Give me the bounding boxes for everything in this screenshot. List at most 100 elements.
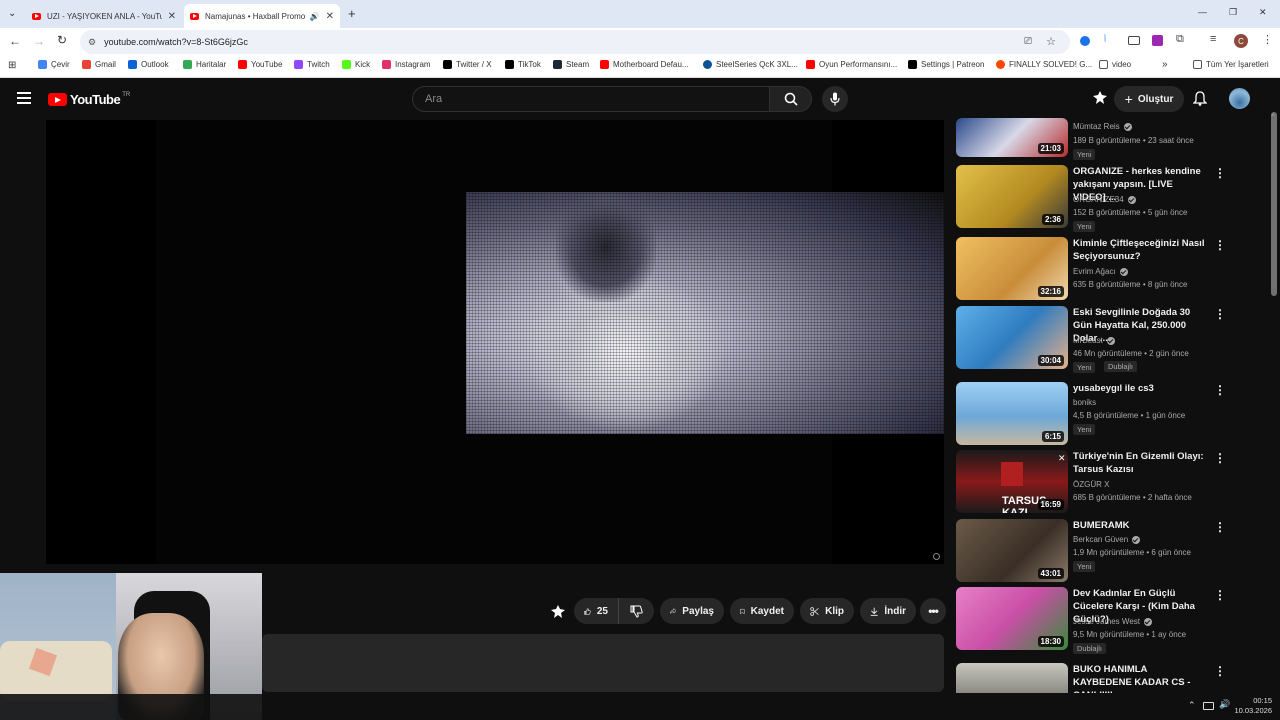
channel-name[interactable]: Berkcan Güven — [1073, 535, 1141, 544]
bookmark-item[interactable]: video — [1099, 60, 1131, 69]
back-button[interactable]: ← — [9, 34, 21, 48]
bookmark-star-icon[interactable]: ☆ — [1046, 35, 1056, 48]
bookmark-item[interactable]: Motherboard Defau... — [600, 60, 689, 69]
extensions-puzzle-icon[interactable]: ⧉ — [1176, 33, 1184, 46]
save-button[interactable]: Kaydet — [730, 598, 794, 624]
volume-icon[interactable]: 🔊 — [1219, 699, 1230, 710]
bookmark-item[interactable]: Twitch — [294, 60, 330, 69]
tab-close-icon[interactable]: ✕ — [326, 11, 334, 22]
sparkle-icon[interactable] — [551, 605, 565, 624]
bookmark-item[interactable]: Steam — [553, 60, 589, 69]
youtube-logo[interactable]: YouTube TR — [48, 92, 130, 107]
profile-avatar[interactable]: C — [1234, 34, 1248, 48]
extension-purple-icon[interactable] — [1152, 35, 1163, 46]
minimize-button[interactable]: — — [1198, 7, 1207, 17]
close-window-button[interactable]: ✕ — [1259, 7, 1267, 18]
bookmark-item[interactable]: Settings | Patreon — [908, 60, 984, 69]
video-thumbnail[interactable]: 6:15 — [956, 382, 1068, 445]
network-icon[interactable] — [1203, 702, 1214, 710]
account-avatar[interactable] — [1229, 88, 1250, 109]
more-options-icon[interactable]: ⋮ — [1214, 166, 1226, 180]
tab-uzi[interactable]: UZI - YAŞIYOKEN ANLA - YouTube ✕ — [26, 4, 182, 28]
more-options-icon[interactable]: ⋮ — [1214, 588, 1226, 602]
video-title[interactable]: BUKO HANIMLA KAYBEDENE KADAR CS - CANLII… — [1073, 663, 1208, 693]
channel-name[interactable]: Jesse James West — [1073, 617, 1152, 626]
channel-name[interactable]: MrBeast — [1073, 336, 1115, 345]
extension-window-icon[interactable] — [1128, 36, 1140, 45]
create-button[interactable]: + Oluştur — [1114, 86, 1184, 112]
channel-name[interactable]: ÖZGÜR X — [1073, 480, 1109, 489]
share-button[interactable]: Paylaş — [660, 598, 724, 624]
bookmark-item[interactable]: Oyun Performansını... — [806, 60, 897, 69]
bookmark-item[interactable]: Instagram — [382, 60, 431, 69]
extension-skype-icon[interactable] — [1080, 36, 1090, 46]
bookmark-item[interactable]: Kick — [342, 60, 370, 69]
recommendation-item[interactable]: BUKO HANIMLA KAYBEDENE KADAR CS - CANLII… — [956, 663, 1246, 693]
bookmark-item[interactable]: Çevir — [38, 60, 70, 69]
video-title[interactable]: Kiminle Çiftleşeceğinizi Nasıl Seçiyorsu… — [1073, 237, 1208, 263]
recommendation-item[interactable]: 6:15 yusabeygıl ile cs3 boniks 4,5 B gör… — [956, 382, 1246, 445]
bookmark-item[interactable]: Outlook — [128, 60, 169, 69]
video-title[interactable]: yusabeygıl ile cs3 — [1073, 382, 1208, 395]
new-tab-button[interactable]: + — [348, 6, 356, 21]
dislike-button[interactable] — [618, 598, 654, 624]
notifications-bell-icon[interactable] — [1192, 91, 1208, 111]
address-bar[interactable]: ⚙ youtube.com/watch?v=8-St6G6jzGc ⎚ ☆ — [80, 30, 1070, 54]
video-title[interactable]: BUMERAMK — [1073, 519, 1208, 532]
tab-close-icon[interactable]: ✕ — [168, 11, 176, 22]
recommendation-item[interactable]: 21:03 Mümtaz Reis 189 B görüntüleme • 23… — [956, 118, 1246, 160]
recommendation-item[interactable]: 32:16 Kiminle Çiftleşeceğinizi Nasıl Seç… — [956, 237, 1246, 301]
more-options-icon[interactable]: ⋮ — [1214, 451, 1226, 465]
recommendation-item[interactable]: 43:01 BUMERAMK Berkcan Güven 1,9 Mn görü… — [956, 519, 1246, 582]
download-button[interactable]: İndir — [860, 598, 916, 624]
studio-icon[interactable] — [1093, 91, 1107, 105]
recommendation-item[interactable]: 2:36 ORGANIZE - herkes kendine yakışanı … — [956, 165, 1246, 232]
recommendation-item[interactable]: 18:30 Dev Kadınlar En Güçlü Cücelere Kar… — [956, 587, 1246, 654]
video-thumbnail[interactable]: 2:36 — [956, 165, 1068, 228]
forward-button[interactable]: → — [33, 34, 45, 48]
chrome-menu-icon[interactable]: ⋮ — [1262, 33, 1273, 46]
more-options-icon[interactable]: ⋮ — [1214, 238, 1226, 252]
like-button[interactable]: 25 — [574, 598, 618, 624]
bookmark-item[interactable]: SteelSeries QcK 3XL... — [703, 60, 798, 69]
channel-name[interactable]: Evrim Ağacı — [1073, 267, 1128, 276]
taskbar-clock[interactable]: 00:15 10.03.2026 — [1234, 696, 1272, 716]
channel-name[interactable]: Mümtaz Reis — [1073, 122, 1132, 131]
reading-list-icon[interactable]: ≡ — [1210, 33, 1216, 45]
reload-button[interactable]: ↻ — [57, 33, 67, 47]
video-thumbnail[interactable]: 21:03 — [956, 118, 1068, 157]
bookmark-item[interactable]: FINALLY SOLVED! G... — [996, 60, 1092, 69]
hamburger-menu-icon[interactable] — [17, 92, 31, 104]
cast-icon[interactable]: ⎚ — [1024, 36, 1032, 47]
video-thumbnail[interactable]: 32:16 — [956, 237, 1068, 300]
video-thumbnail[interactable]: 43:01 — [956, 519, 1068, 582]
channel-name[interactable]: boniks — [1073, 398, 1096, 407]
bookmark-item[interactable]: TikTok — [505, 60, 541, 69]
maximize-button[interactable]: ❐ — [1229, 7, 1237, 18]
bookmark-item[interactable]: Twitter / X — [443, 60, 492, 69]
apps-grid-icon[interactable]: ⊞ — [8, 60, 16, 71]
bookmark-item[interactable]: Gmail — [82, 60, 116, 69]
video-description-box[interactable] — [262, 634, 944, 692]
all-bookmarks-button[interactable]: Tüm Yer İşaretleri — [1193, 60, 1269, 69]
not-interested-icon[interactable]: ✕ — [1058, 453, 1066, 464]
scroll-up-arrow-icon[interactable]: ▲ — [1270, 112, 1276, 118]
video-player[interactable] — [46, 120, 944, 564]
search-input[interactable]: Ara — [412, 86, 770, 112]
bookmark-item[interactable]: Haritalar — [183, 60, 226, 69]
more-actions-button[interactable]: ••• — [920, 598, 946, 624]
more-options-icon[interactable]: ⋮ — [1214, 520, 1226, 534]
more-options-icon[interactable]: ⋮ — [1214, 664, 1226, 678]
video-thumbnail[interactable]: 30:04 — [956, 306, 1068, 369]
search-button[interactable] — [770, 86, 812, 112]
sidebar-scrollbar[interactable] — [1271, 112, 1277, 296]
extension-audio-icon[interactable]: ⦚ — [1104, 34, 1106, 45]
more-options-icon[interactable]: ⋮ — [1214, 383, 1226, 397]
recommendation-item[interactable]: 30:04 Eski Sevgilinle Doğada 30 Gün Haya… — [956, 306, 1246, 376]
audio-playing-icon[interactable]: 🔊 — [310, 12, 320, 21]
video-thumbnail[interactable]: 18:30 — [956, 587, 1068, 650]
video-thumbnail[interactable]: TARSUS KAZI 16:59 — [956, 450, 1068, 513]
site-info-icon[interactable]: ⚙ — [88, 37, 96, 48]
bookmarks-overflow-button[interactable]: » — [1162, 59, 1168, 70]
video-thumbnail[interactable] — [956, 663, 1068, 693]
